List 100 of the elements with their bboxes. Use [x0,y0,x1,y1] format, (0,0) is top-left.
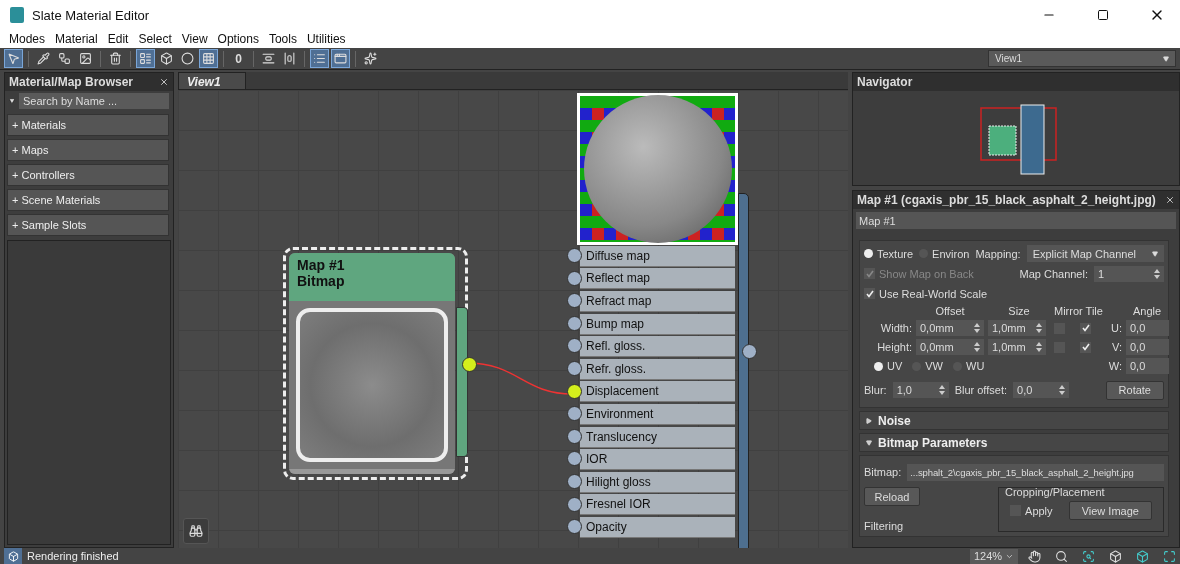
toolbar-button[interactable] [178,49,197,68]
check-icon [865,269,874,278]
browser-group[interactable]: + Scene Materials [7,189,169,211]
menu-item[interactable]: Select [133,32,177,46]
toolbar-button[interactable]: 0 [229,49,248,68]
spinner-arrows-icon[interactable] [1036,323,1042,333]
size-spinner[interactable]: 1,0mm [988,339,1046,355]
binoculars-button[interactable] [183,518,209,544]
input-socket[interactable] [567,473,582,489]
field-label: Blur offset: [954,384,1007,396]
cube-icon [160,52,173,65]
input-socket[interactable] [567,338,582,354]
rollout-header[interactable]: Bitmap Parameters [859,433,1169,452]
input-socket[interactable] [567,519,582,535]
offset-spinner[interactable]: 0,0mm [916,339,984,355]
menu-item[interactable]: Material [50,32,103,46]
slot-label: Refr. gloss. [580,358,735,380]
input-socket[interactable] [567,360,582,376]
input-socket[interactable] [567,315,582,331]
offset-spinner[interactable]: 0,0mm [916,320,984,336]
close-icon[interactable] [1165,195,1175,205]
close-icon[interactable] [159,77,169,87]
field-label: U: [1110,322,1122,334]
slot-label: Diffuse map [580,245,735,267]
toolbar-button[interactable] [361,49,380,68]
spinner-arrows-icon[interactable] [1036,342,1042,352]
mapping-dropdown[interactable]: Explicit Map Channel [1026,245,1164,262]
checkbox[interactable]: Use Real-World Scale [864,287,987,300]
rollout-header[interactable]: Noise [859,411,1169,430]
angle-spinner[interactable]: 0,0 [1126,320,1169,336]
menu-item[interactable]: Modes [4,32,51,46]
column-header: Angle [1131,305,1163,317]
menu-item[interactable]: Tools [263,32,302,46]
spinner-arrows-icon[interactable] [1059,385,1065,395]
zoom-dropdown[interactable]: 124% [970,548,1018,564]
size-spinner[interactable]: 1,0mm [988,320,1046,336]
view-image-button[interactable]: View Image [1068,501,1152,520]
input-socket[interactable] [567,406,582,422]
tile-checkbox[interactable] [1080,341,1091,353]
field-label: Blur: [864,384,887,396]
blur-offset-spinner[interactable]: 0,0 [1013,382,1069,398]
panel-title: Navigator [857,75,913,89]
spinner-arrows-icon[interactable] [974,323,980,333]
slot-label: IOR [580,449,735,471]
bitmap-path-field[interactable]: ...sphalt_2\cgaxis_pbr_15_black_asphalt_2_height.jpg [907,463,1164,481]
caret-icon[interactable] [9,96,15,106]
caret-icon [1152,250,1158,257]
column-header: Size [1007,305,1031,317]
view-dropdown[interactable]: View1 [988,50,1176,67]
caret-icon [866,417,872,424]
angle-spinner[interactable]: 0,0 [1126,358,1169,374]
toolbar-button[interactable] [199,49,218,68]
toolbar-button[interactable] [4,49,23,68]
column-header: Offset [934,305,966,317]
material-node[interactable]: Diffuse map Reflect map Refract map Bump map Refl. gloss. Refr. gloss. Displacement Environment Translucency IOR Hilight gloss Fresnel IOR Opacity [566,93,761,539]
spinner-arrows-icon[interactable] [938,385,945,395]
input-socket[interactable] [567,248,582,263]
rotate-button[interactable]: Rotate [1105,380,1164,400]
slot-label: Refract map [580,291,735,312]
browser-group[interactable]: + Maps [7,139,169,161]
browser-group[interactable]: + Materials [7,114,169,136]
radio-button[interactable]: WU [953,360,985,372]
input-socket[interactable] [567,293,582,309]
column-header: Mirror Tile [1054,305,1102,317]
field-label: Width: [879,322,912,334]
menu-item[interactable]: Options [212,32,264,46]
panel-title: Material/Map Browser [9,75,134,89]
radio-button[interactable]: Environ [919,247,970,260]
blur-spinner[interactable]: 1,0 [892,382,949,398]
toolbar-button[interactable] [136,49,155,68]
input-socket[interactable] [567,451,582,467]
input-socket[interactable] [567,428,582,444]
menu-item[interactable]: View [176,32,213,46]
radio-button[interactable]: VW [912,360,943,372]
tile-checkbox[interactable] [1080,322,1091,334]
field-label: Height: [876,341,912,353]
angle-spinner[interactable]: 0,0 [1126,339,1169,355]
browser-group[interactable]: + Sample Slots [7,214,169,236]
map-node[interactable]: Map #1 Bitmap [283,247,468,480]
toolbar-button[interactable] [331,49,350,68]
checkbox[interactable]: Apply [1010,504,1053,517]
radio-button[interactable]: Texture [864,247,914,260]
reload-button[interactable]: Reload [864,487,920,506]
radio-button[interactable]: UV [874,360,903,372]
slot-label: Hilight gloss [580,471,735,493]
name-field[interactable]: Map #1 [856,212,1176,229]
input-socket[interactable] [567,496,582,512]
navigator-drawing[interactable] [980,104,1057,175]
spinner-arrows-icon[interactable] [1154,268,1160,279]
browser-group[interactable]: + Controllers [7,164,169,186]
spinner-arrows-icon[interactable] [974,342,980,352]
checker-icon [202,52,215,65]
map-channel-spinner[interactable]: 1 [1094,265,1164,282]
input-socket[interactable] [567,270,582,286]
input-socket[interactable] [567,383,582,399]
menu-item[interactable]: Utilities [301,32,351,46]
menu-item[interactable]: Edit [102,32,134,46]
search-field[interactable]: Search by Name ... [19,93,169,109]
view-tab[interactable]: View1 [178,72,246,89]
status-message: Rendering finished [27,550,119,562]
